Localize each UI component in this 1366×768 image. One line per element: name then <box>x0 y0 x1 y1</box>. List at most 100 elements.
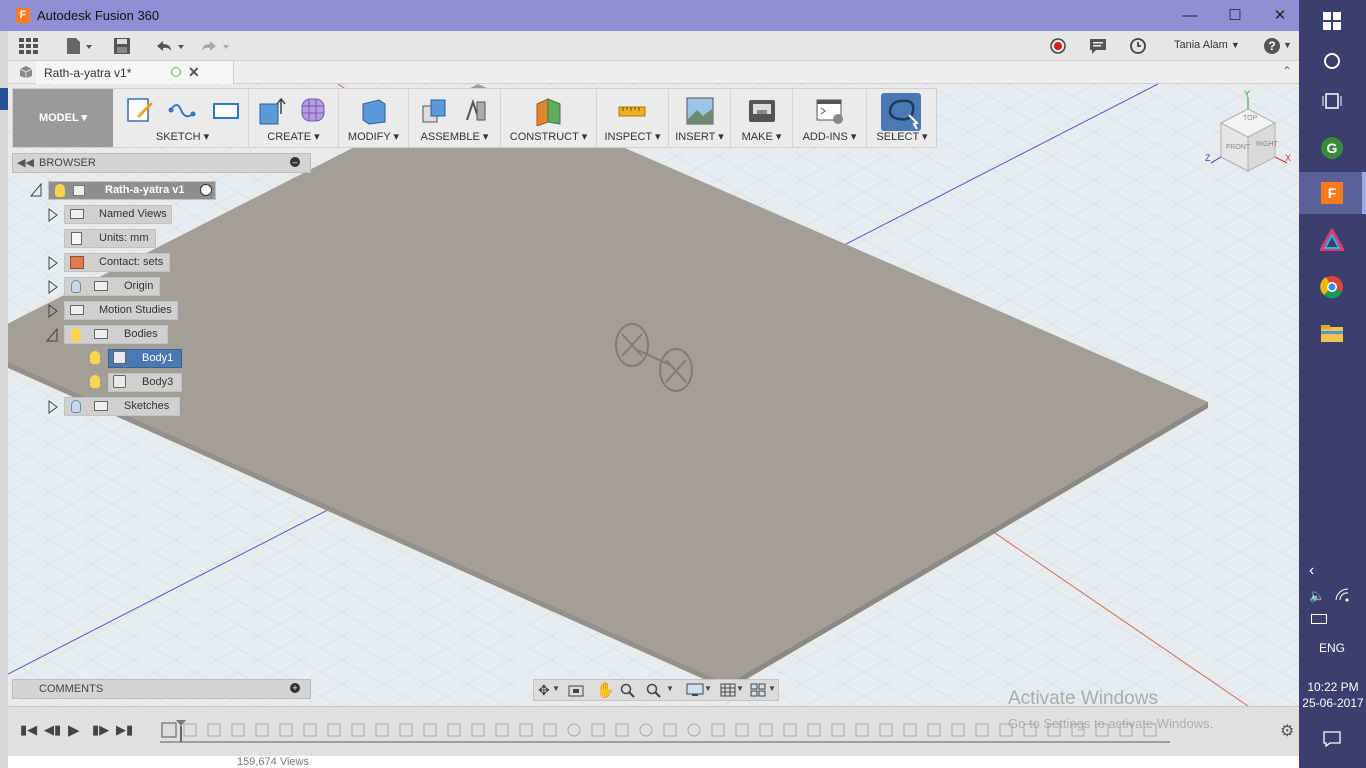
taskbar-active-fusion[interactable]: F <box>1299 172 1366 214</box>
line-icon[interactable] <box>167 96 197 126</box>
data-panel-grid-icon[interactable] <box>18 37 38 55</box>
clock-date[interactable]: 25-06-2017 <box>1301 696 1365 710</box>
tree-item-named-views[interactable]: Named Views <box>64 205 172 224</box>
play-icon[interactable]: ▶ <box>68 721 80 739</box>
step-forward-icon[interactable]: ▮▶ <box>92 722 109 738</box>
minus-icon[interactable]: – <box>290 157 300 167</box>
expand-arrow-icon[interactable] <box>48 208 58 222</box>
chevron-left-icon[interactable]: ‹ <box>1309 562 1314 580</box>
battery-icon[interactable] <box>1311 614 1327 624</box>
language-indicator[interactable]: ENG <box>1319 641 1345 655</box>
tree-item-body3[interactable]: Body3 <box>84 373 182 392</box>
construct-group[interactable]: CONSTRUCT ▾ <box>501 89 597 147</box>
go-to-start-icon[interactable]: ▮◀ <box>20 722 37 738</box>
collapse-chevron-up-icon[interactable]: ⌃ <box>1282 64 1292 78</box>
chevron-down-icon[interactable]: ▼ <box>704 684 712 693</box>
tree-item-bodies[interactable]: Bodies <box>64 325 168 344</box>
measure-icon[interactable] <box>617 96 647 126</box>
3d-canvas[interactable]: TOP FRONT RIGHT Y X Z Activate Windows <box>8 84 1299 706</box>
add-ins-group[interactable]: ADD-INS ▾ <box>793 89 867 147</box>
insert-group[interactable]: INSERT ▾ <box>669 89 731 147</box>
tree-item-units[interactable]: Units: mm <box>64 229 156 248</box>
action-center-icon[interactable] <box>1323 731 1341 748</box>
new-component-icon[interactable] <box>419 96 449 126</box>
tree-item-contact-sets[interactable]: Contact: sets <box>64 253 170 272</box>
wifi-icon[interactable] <box>1335 588 1349 602</box>
chevron-down-icon[interactable]: ▼ <box>666 684 674 693</box>
workspace-switcher[interactable]: MODEL ▾ <box>13 89 113 147</box>
make-group[interactable]: MAKE ▾ <box>731 89 793 147</box>
maximize-button[interactable]: ☐ <box>1212 0 1258 31</box>
3d-print-icon[interactable] <box>747 96 777 126</box>
grid-settings-icon[interactable] <box>720 683 736 697</box>
collapse-browser-icon[interactable]: ◀◀ <box>17 156 34 169</box>
display-settings-icon[interactable] <box>686 683 704 697</box>
browser-root-node[interactable]: Rath-a-yatra v1 <box>48 181 216 200</box>
sketch-group[interactable]: SKETCH ▾ <box>117 89 249 147</box>
file-explorer-icon[interactable] <box>1311 312 1353 354</box>
select-group[interactable]: SELECT ▾ <box>867 89 937 147</box>
viewports-icon[interactable] <box>750 683 766 697</box>
tree-item-sketches[interactable]: Sketches <box>64 397 180 416</box>
fit-zoom-icon[interactable] <box>646 683 662 699</box>
go-to-end-icon[interactable]: ▶▮ <box>116 722 133 738</box>
file-menu-icon[interactable] <box>64 37 94 55</box>
form-mesh-icon[interactable] <box>299 96 329 126</box>
browser-header[interactable]: ◀◀ BROWSER – <box>12 153 311 173</box>
chevron-down-icon[interactable]: ▼ <box>768 684 776 693</box>
create-group[interactable]: CREATE ▾ <box>249 89 339 147</box>
grammarly-icon[interactable]: G <box>1311 126 1353 168</box>
redo-icon[interactable] <box>198 37 230 55</box>
document-tab[interactable]: Rath-a-yatra v1* ✕ <box>36 61 234 84</box>
lightbulb-off-icon[interactable] <box>71 400 81 413</box>
view-cube[interactable]: TOP FRONT RIGHT Y X Z <box>1203 89 1293 179</box>
chevron-down-icon[interactable]: ▼ <box>736 684 744 693</box>
comment-icon[interactable] <box>1088 37 1108 55</box>
modify-group[interactable]: MODIFY ▾ <box>339 89 409 147</box>
comments-panel-header[interactable]: COMMENTS + <box>12 679 311 699</box>
lightbulb-off-icon[interactable] <box>71 280 81 293</box>
assemble-group[interactable]: ASSEMBLE ▾ <box>409 89 501 147</box>
look-at-icon[interactable] <box>568 683 584 697</box>
offset-plane-icon[interactable] <box>534 96 564 127</box>
joint-icon[interactable] <box>461 96 491 126</box>
chevron-down-icon[interactable]: ▼ <box>552 684 560 693</box>
tree-item-origin[interactable]: Origin <box>64 277 160 296</box>
collapse-triangle-icon[interactable] <box>45 327 58 342</box>
orbit-icon[interactable]: ✥ <box>538 682 550 699</box>
lightbulb-icon[interactable] <box>55 184 65 197</box>
expand-triangle-icon[interactable] <box>29 182 42 197</box>
windows-start-icon[interactable] <box>1311 0 1353 42</box>
minimize-button[interactable]: — <box>1167 0 1213 31</box>
volume-icon[interactable]: 🔈 <box>1309 588 1325 604</box>
expand-arrow-icon[interactable] <box>48 304 58 318</box>
user-account-menu[interactable]: Tania Alam ▼ <box>1174 39 1240 51</box>
tree-item-body1[interactable]: Body1 <box>84 349 182 368</box>
rectangle-icon[interactable] <box>211 96 241 126</box>
autodesk-app-icon[interactable] <box>1311 219 1353 261</box>
close-tab-icon[interactable]: ✕ <box>188 64 200 81</box>
add-comment-icon[interactable]: + <box>290 683 300 693</box>
task-view-icon[interactable] <box>1311 80 1353 122</box>
extrude-icon[interactable] <box>257 96 287 126</box>
expand-arrow-icon[interactable] <box>48 256 58 270</box>
lightbulb-icon[interactable] <box>71 328 81 341</box>
expand-arrow-icon[interactable] <box>48 280 58 294</box>
lightbulb-icon[interactable] <box>90 351 100 364</box>
save-icon[interactable] <box>112 37 132 55</box>
lightbulb-icon[interactable] <box>90 375 100 388</box>
inspect-group[interactable]: INSPECT ▾ <box>597 89 669 147</box>
zoom-icon[interactable] <box>620 683 636 699</box>
scripts-addins-icon[interactable] <box>815 96 845 126</box>
select-lasso-icon[interactable] <box>881 93 921 131</box>
expand-arrow-icon[interactable] <box>48 400 58 414</box>
insert-image-icon[interactable] <box>685 96 715 126</box>
record-icon[interactable] <box>1048 37 1068 55</box>
help-menu[interactable]: ? ▼ <box>1264 38 1294 56</box>
clock-time[interactable]: 10:22 PM <box>1307 680 1359 694</box>
timeline-settings-gear-icon[interactable]: ⚙ <box>1280 721 1294 741</box>
undo-icon[interactable] <box>153 37 185 55</box>
job-status-clock-icon[interactable] <box>1128 37 1148 55</box>
press-pull-icon[interactable] <box>359 96 389 126</box>
close-button[interactable]: ✕ <box>1257 0 1303 31</box>
